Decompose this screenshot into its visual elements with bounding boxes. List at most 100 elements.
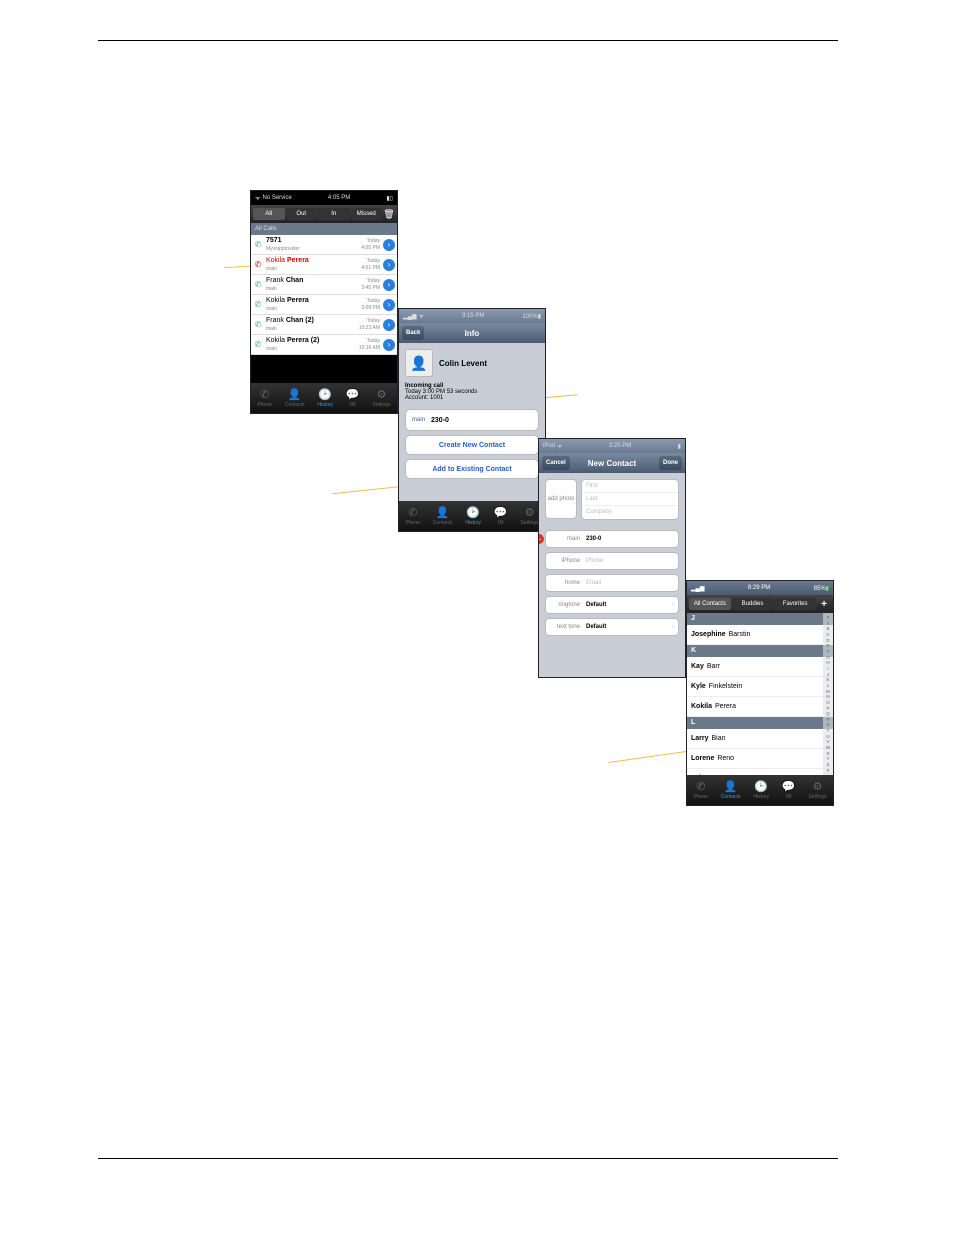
trash-icon[interactable]: 🗑	[383, 209, 395, 220]
index-letter[interactable]: A	[826, 621, 829, 626]
tabbar-im[interactable]: 💬IM	[494, 506, 508, 526]
field-value[interactable]: 230-0	[586, 536, 674, 542]
index-letter[interactable]: G	[826, 655, 830, 660]
contact-row[interactable]: KayBarr	[687, 657, 833, 677]
first-name-input[interactable]: First	[582, 480, 678, 493]
create-contact-button[interactable]: Create New Contact	[405, 435, 539, 455]
call-row[interactable]: ✆Frank Chan (2)mainToday10:23 AM›	[251, 315, 397, 335]
phone-icon: ✆	[408, 506, 417, 519]
tabbar-phone[interactable]: ✆Phone	[693, 780, 707, 800]
index-letter[interactable]: K	[826, 677, 829, 682]
call-row[interactable]: ✆Frank ChanmainToday3:45 PM›	[251, 275, 397, 295]
field-value[interactable]: Default	[586, 624, 666, 630]
contact-field-row[interactable]: text toneDefault›	[545, 618, 679, 636]
index-letter[interactable]: Q	[826, 711, 830, 716]
tab-out[interactable]: Out	[286, 208, 318, 220]
field-value[interactable]: Phone	[586, 558, 674, 564]
contact-row[interactable]: JosephineBarstin	[687, 625, 833, 645]
tab-all-contacts[interactable]: All Contacts	[689, 598, 731, 610]
index-letter[interactable]: M	[826, 689, 830, 694]
last-name-input[interactable]: Last	[582, 493, 678, 506]
detail-arrow-icon[interactable]: ›	[383, 279, 395, 291]
tab-missed[interactable]: Missed	[351, 208, 383, 220]
tabbar-phone[interactable]: ✆Phone	[257, 388, 271, 408]
index-letter[interactable]: S	[826, 722, 829, 727]
contact-field-row[interactable]: iPhonePhone	[545, 552, 679, 570]
contact-row[interactable]: LoreneReno	[687, 749, 833, 769]
index-letter[interactable]: U	[826, 734, 829, 739]
add-photo-button[interactable]: add photo	[545, 479, 577, 519]
im-icon: 💬	[346, 388, 360, 401]
back-button[interactable]: Back	[402, 326, 424, 340]
index-letter[interactable]: N	[826, 694, 829, 699]
tabbar-im[interactable]: 💬IM	[782, 780, 796, 800]
contact-field-row[interactable]: homeEmail	[545, 574, 679, 592]
detail-arrow-icon[interactable]: ›	[383, 339, 395, 351]
detail-arrow-icon[interactable]: ›	[383, 259, 395, 271]
contact-field-row[interactable]: ringtoneDefault›	[545, 596, 679, 614]
contact-field-row[interactable]: −main230-0	[545, 530, 679, 548]
call-list[interactable]: ✆7571MyvoipproviderToday4:05 PM›✆Kokila …	[251, 235, 397, 355]
index-letter[interactable]: I	[827, 666, 828, 671]
status-time: 4:05 PM	[328, 195, 350, 201]
cancel-button[interactable]: Cancel	[542, 456, 570, 470]
contact-row[interactable]: LarryBian	[687, 729, 833, 749]
company-input[interactable]: Company	[582, 506, 678, 519]
tabbar-contacts[interactable]: 👤Contacts	[285, 388, 305, 408]
tab-buddies[interactable]: Buddies	[732, 598, 774, 610]
tabbar-history[interactable]: 🕑History	[753, 780, 769, 800]
add-existing-contact-button[interactable]: Add to Existing Contact	[405, 459, 539, 479]
index-letter[interactable]: H	[826, 660, 829, 665]
add-contact-button[interactable]: +	[817, 599, 831, 610]
tab-in[interactable]: In	[318, 208, 350, 220]
index-strip[interactable]: #ABCDEFGHIJKLMNOPQRSTUVWXYZ#	[823, 613, 833, 775]
index-letter[interactable]: D	[826, 638, 829, 643]
history-icon: 🕑	[466, 506, 480, 519]
index-letter[interactable]: C	[826, 632, 829, 637]
index-letter[interactable]: X	[826, 751, 829, 756]
tabbar-history[interactable]: 🕑History	[317, 388, 333, 408]
index-letter[interactable]: Z	[827, 762, 830, 767]
field-value[interactable]: Email	[586, 580, 674, 586]
call-row[interactable]: ✆Kokila PereramainToday3:08 PM›	[251, 295, 397, 315]
battery-icon: ▮	[538, 314, 541, 320]
call-row[interactable]: ✆Kokila Perera (2)mainToday10:16 AM›	[251, 335, 397, 355]
index-letter[interactable]: B	[826, 626, 829, 631]
call-row[interactable]: ✆Kokila PereramainToday4:01 PM›	[251, 255, 397, 275]
tabbar-history[interactable]: 🕑History	[465, 506, 481, 526]
contact-row[interactable]: KyleFinkelstein	[687, 677, 833, 697]
detail-arrow-icon[interactable]: ›	[383, 239, 395, 251]
tab-all[interactable]: All	[253, 208, 285, 220]
tabbar-im[interactable]: 💬IM	[346, 388, 360, 408]
field-label: text tone	[550, 624, 580, 630]
tabbar-phone[interactable]: ✆Phone	[405, 506, 419, 526]
index-letter[interactable]: T	[827, 728, 830, 733]
tabbar-contacts[interactable]: 👤Contacts	[721, 780, 741, 800]
field-value[interactable]: Default	[586, 602, 666, 608]
index-letter[interactable]: #	[827, 768, 830, 773]
detail-arrow-icon[interactable]: ›	[383, 299, 395, 311]
phone-field-card[interactable]: main 230-0	[405, 409, 539, 431]
detail-arrow-icon[interactable]: ›	[383, 319, 395, 331]
index-letter[interactable]: V	[826, 739, 829, 744]
index-letter[interactable]: P	[826, 706, 829, 711]
index-letter[interactable]: L	[827, 683, 830, 688]
tabbar-settings[interactable]: ⚙Settings	[372, 388, 390, 408]
call-row[interactable]: ✆7571MyvoipproviderToday4:05 PM›	[251, 235, 397, 255]
tabbar-contacts[interactable]: 👤Contacts	[433, 506, 453, 526]
index-letter[interactable]: Y	[826, 756, 829, 761]
contacts-list[interactable]: J JosephineBarstin KKayBarrKyleFinkelstein…	[687, 613, 833, 789]
tabbar-settings[interactable]: ⚙Settings	[520, 506, 538, 526]
remove-icon[interactable]: −	[538, 534, 544, 544]
index-letter[interactable]: O	[826, 700, 830, 705]
index-letter[interactable]: W	[826, 745, 830, 750]
index-letter[interactable]: E	[826, 643, 829, 648]
tab-favorites[interactable]: Favorites	[774, 598, 816, 610]
index-letter[interactable]: R	[826, 717, 829, 722]
done-button[interactable]: Done	[659, 456, 682, 470]
tabbar-settings[interactable]: ⚙Settings	[808, 780, 826, 800]
index-letter[interactable]: J	[827, 672, 829, 677]
index-letter[interactable]: #	[827, 615, 830, 620]
contact-row[interactable]: KokilaPerera	[687, 697, 833, 717]
index-letter[interactable]: F	[827, 649, 830, 654]
